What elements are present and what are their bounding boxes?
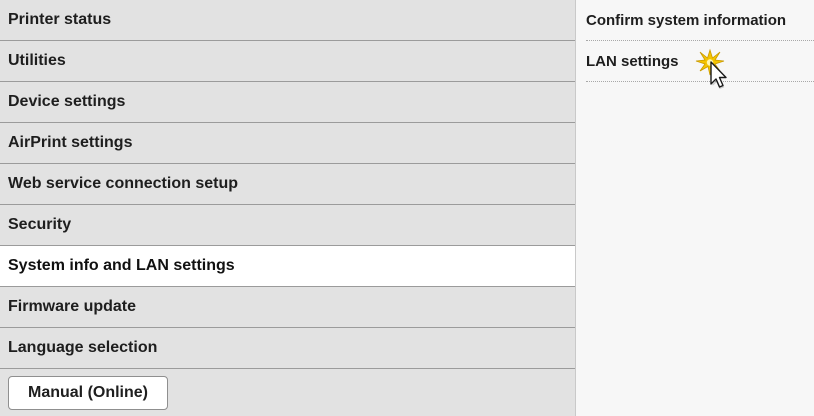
- submenu-item-label: Confirm system information: [586, 11, 787, 29]
- menu-item-label: Language selection: [8, 339, 158, 356]
- menu-item-label: Utilities: [8, 52, 66, 69]
- menu-item-system-info-and-lan-settings[interactable]: System info and LAN settings: [0, 246, 575, 287]
- menu-item-label: Security: [8, 216, 72, 233]
- manual-button-container: Manual (Online): [0, 369, 575, 416]
- menu-item-firmware-update[interactable]: Firmware update: [0, 287, 575, 328]
- submenu-item-label: LAN settings: [586, 52, 679, 70]
- menu-item-printer-status[interactable]: Printer status: [0, 0, 575, 41]
- menu-item-label: Printer status: [8, 11, 112, 28]
- menu-item-utilities[interactable]: Utilities: [0, 41, 575, 82]
- menu-item-label: AirPrint settings: [8, 134, 133, 151]
- menu-item-language-selection[interactable]: Language selection: [0, 328, 575, 369]
- submenu-item-confirm-system-information[interactable]: Confirm system information: [586, 0, 814, 41]
- menu-item-security[interactable]: Security: [0, 205, 575, 246]
- manual-online-button[interactable]: Manual (Online): [8, 375, 168, 410]
- menu-item-web-service-connection-setup[interactable]: Web service connection setup: [0, 164, 575, 205]
- menu-item-label: Firmware update: [8, 298, 137, 315]
- menu-item-device-settings[interactable]: Device settings: [0, 82, 575, 123]
- pointer-cursor-icon: [695, 48, 727, 89]
- main-menu: Printer status Utilities Device settings…: [0, 0, 576, 416]
- menu-item-label: System info and LAN settings: [8, 257, 235, 274]
- menu-item-label: Device settings: [8, 93, 126, 110]
- menu-item-label: Web service connection setup: [8, 175, 238, 192]
- menu-item-airprint-settings[interactable]: AirPrint settings: [0, 123, 575, 164]
